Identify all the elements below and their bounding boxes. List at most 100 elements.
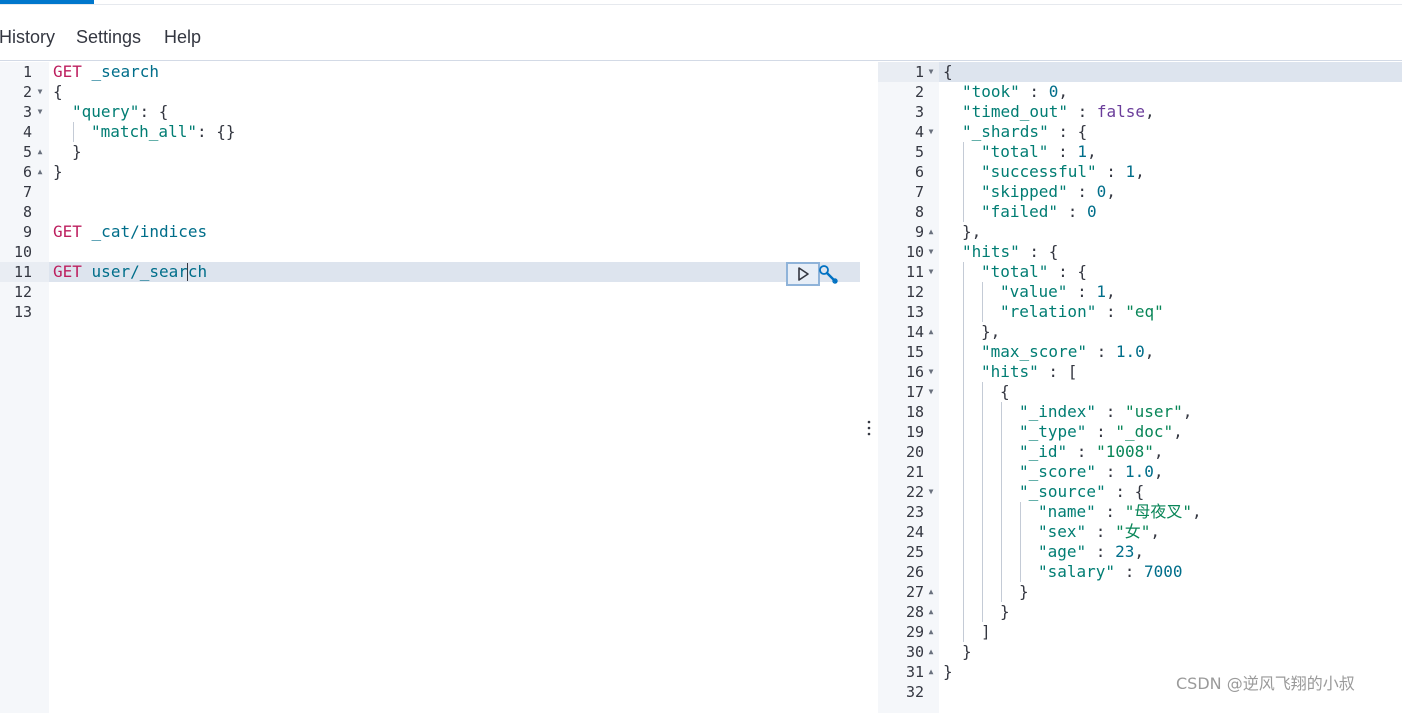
indent-guide [73,122,74,142]
code-line-9: GET _cat/indices [53,222,208,241]
fold-open-icon[interactable]: ▼ [926,382,936,402]
line-number: 26 [905,563,924,581]
request-code-area[interactable]: GET _search { "query": { "match_all": {}… [49,62,860,713]
fold-close-icon[interactable]: ▲ [35,142,45,162]
menu-help[interactable]: Help [164,27,201,48]
code-line-23: "name" : "母夜叉", [1038,502,1202,521]
request-editor[interactable]: 1 2 3 4 5 6 7 8 9 10 11 12 13 ▼ ▼ ▲ ▲ GE… [0,62,860,713]
active-line-highlight [939,62,1402,82]
line-number: 12 [13,283,32,301]
line-number: 11 [13,263,32,281]
fold-close-icon[interactable]: ▲ [926,642,936,662]
fold-close-icon[interactable]: ▲ [926,602,936,622]
line-number: 1 [914,63,924,81]
menu-settings[interactable]: Settings [76,27,141,48]
response-gutter: 1 2 3 4 5 6 7 8 9 10 11 12 13 14 15 16 1… [878,62,939,713]
code-line-6: } [53,162,63,181]
line-number: 17 [905,383,924,401]
code-line-11: GET user/_search [53,262,208,281]
text-cursor [187,263,188,281]
fold-open-icon[interactable]: ▼ [926,362,936,382]
code-line-15: "max_score" : 1.0, [981,342,1155,361]
fold-close-icon[interactable]: ▲ [926,582,936,602]
fold-open-icon[interactable]: ▼ [35,102,45,122]
play-triangle-icon [798,267,809,281]
line-number: 3 [914,103,924,121]
line-number: 30 [905,643,924,661]
code-line-19: "_type" : "_doc", [1019,422,1183,441]
code-line-17: { [1000,382,1010,401]
fold-open-icon[interactable]: ▼ [926,482,936,502]
vertical-dots-icon [867,420,871,436]
line-number: 10 [905,243,924,261]
line-number: 11 [905,263,924,281]
code-line-16: "hits" : [ [981,362,1078,381]
response-editor[interactable]: 1 2 3 4 5 6 7 8 9 10 11 12 13 14 15 16 1… [878,62,1402,713]
indent-guide [963,142,964,222]
code-line-6: "successful" : 1, [981,162,1145,181]
code-line-10: "hits" : { [962,242,1059,261]
fold-close-icon[interactable]: ▲ [926,622,936,642]
code-line-21: "_score" : 1.0, [1019,462,1164,481]
code-line-2: { [53,82,63,101]
line-number: 5 [914,143,924,161]
code-line-25: "age" : 23, [1038,542,1144,561]
fold-close-icon[interactable]: ▲ [926,322,936,342]
response-code-area[interactable]: { "took" : 0, "timed_out" : false, "_sha… [939,62,1402,713]
code-line-18: "_index" : "user", [1019,402,1193,421]
fold-close-icon[interactable]: ▲ [926,222,936,242]
code-line-8: "failed" : 0 [981,202,1097,221]
line-number: 9 [914,223,924,241]
code-line-4: "match_all": {} [91,122,236,141]
line-number: 31 [905,663,924,681]
line-number: 28 [905,603,924,621]
line-number: 4 [914,123,924,141]
code-line-3: "query": { [72,102,169,121]
code-line-28: } [1000,602,1010,621]
line-number: 3 [22,103,32,121]
code-line-12: "value" : 1, [1000,282,1116,301]
code-line-24: "sex" : "女", [1038,522,1160,541]
line-number: 5 [22,143,32,161]
code-line-2: "took" : 0, [962,82,1068,101]
fold-open-icon[interactable]: ▼ [926,242,936,262]
indent-guide [982,282,983,322]
line-number: 25 [905,543,924,561]
code-line-9: }, [962,222,982,241]
indent-guide [1001,402,1002,602]
line-number: 10 [13,243,32,261]
code-line-1: GET _search [53,62,159,81]
fold-open-icon[interactable]: ▼ [926,62,936,82]
line-number: 23 [905,503,924,521]
send-request-button[interactable] [786,262,820,286]
code-line-5: } [72,142,82,161]
fold-close-icon[interactable]: ▲ [35,162,45,182]
request-gutter: 1 2 3 4 5 6 7 8 9 10 11 12 13 ▼ ▼ ▲ ▲ [0,62,49,713]
line-number: 27 [905,583,924,601]
code-line-22: "_source" : { [1019,482,1145,501]
line-number: 2 [22,83,32,101]
code-line-20: "_id" : "1008", [1019,442,1164,461]
fold-open-icon[interactable]: ▼ [926,262,936,282]
fold-close-icon[interactable]: ▲ [926,662,936,682]
line-number: 32 [905,683,924,701]
wrench-icon[interactable] [818,264,840,286]
menu-history[interactable]: History [0,27,55,48]
code-line-27: } [1019,582,1029,601]
code-line-7: "skipped" : 0, [981,182,1116,201]
line-number: 8 [22,203,32,221]
fold-open-icon[interactable]: ▼ [926,122,936,142]
code-line-31: } [943,662,953,681]
line-number: 29 [905,623,924,641]
code-line-4: "_shards" : { [962,122,1088,141]
line-number: 12 [905,283,924,301]
line-number: 13 [905,303,924,321]
panel-resizer[interactable] [860,62,878,713]
line-number: 7 [914,183,924,201]
code-line-1: { [943,62,953,81]
line-number: 6 [22,163,32,181]
line-number: 24 [905,523,924,541]
line-number: 1 [22,63,32,81]
fold-open-icon[interactable]: ▼ [35,82,45,102]
code-line-3: "timed_out" : false, [962,102,1155,121]
